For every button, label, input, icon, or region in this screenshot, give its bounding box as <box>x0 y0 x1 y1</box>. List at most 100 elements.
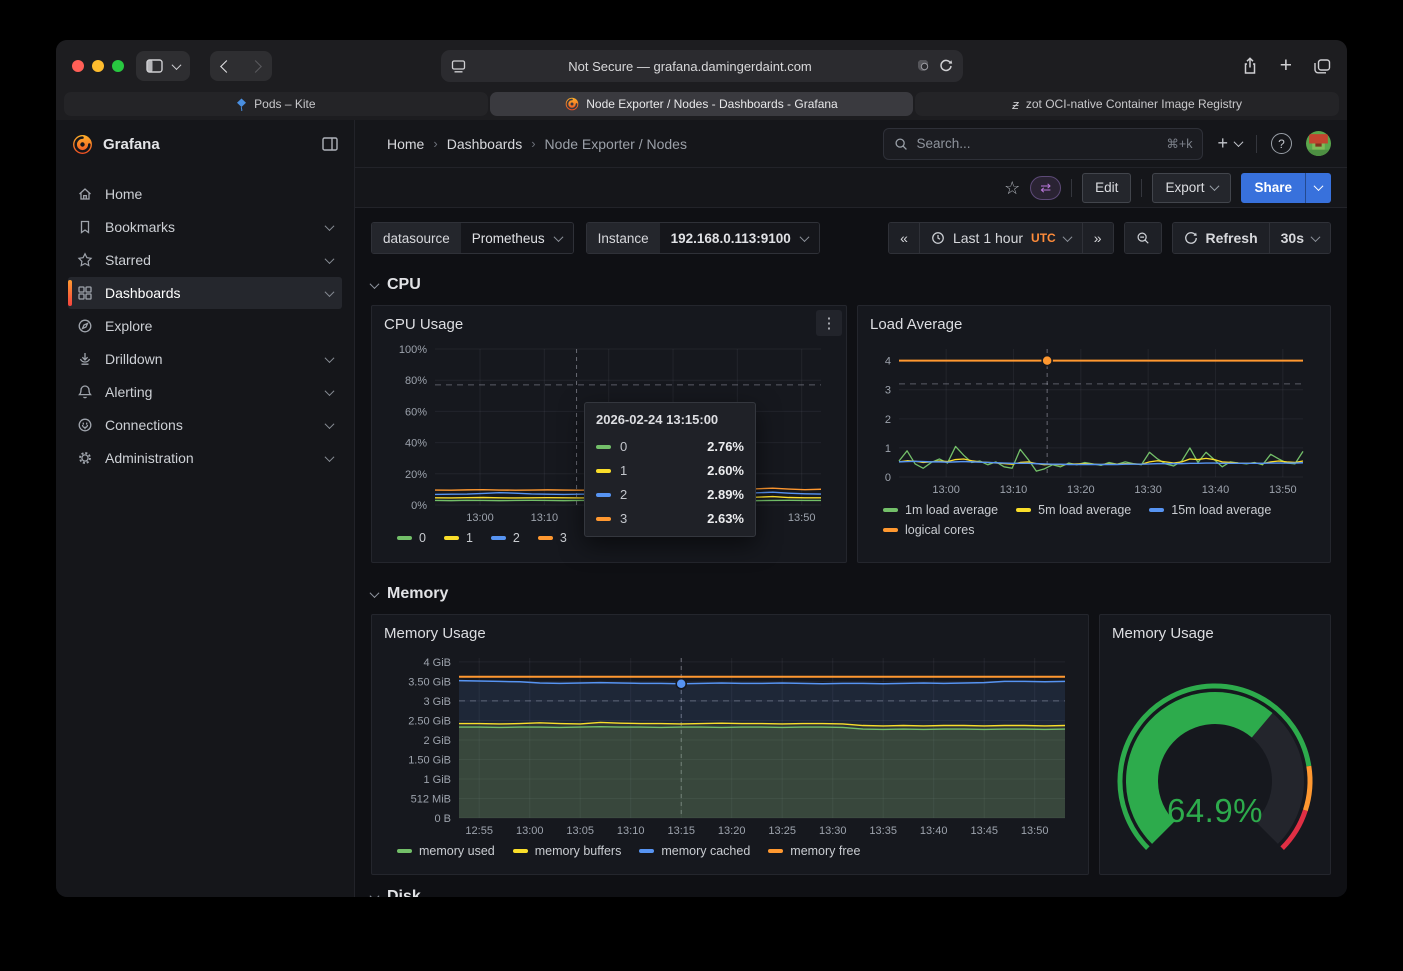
chevron-down-icon[interactable] <box>172 60 182 70</box>
panel-title[interactable]: Memory Usage <box>1111 621 1319 648</box>
share-button[interactable]: Share <box>1241 173 1305 203</box>
instance-label: Instance <box>587 223 660 253</box>
sidebar-item-drilldown[interactable]: Drilldown <box>68 343 342 375</box>
chevron-down-icon <box>1311 232 1321 242</box>
minimize-window-button[interactable] <box>92 60 104 72</box>
sidebar-item-starred[interactable]: Starred <box>68 244 342 276</box>
sidebar-toggle-group[interactable] <box>136 51 190 81</box>
sidebar-item-home[interactable]: Home <box>68 178 342 210</box>
brand-title: Grafana <box>103 136 160 153</box>
zoom-out-button[interactable] <box>1125 223 1161 253</box>
panel-title[interactable]: Memory Usage <box>383 621 1077 648</box>
browser-sidebar-icon[interactable] <box>146 59 163 73</box>
svg-text:1.50 GiB: 1.50 GiB <box>408 754 451 766</box>
svg-text:13:00: 13:00 <box>932 484 960 496</box>
legend-item[interactable]: memory used <box>397 844 495 858</box>
tab-grafana[interactable]: Node Exporter / Nodes - Dashboards - Gra… <box>490 92 914 116</box>
section-header-cpu[interactable]: CPU <box>371 276 1331 294</box>
help-button[interactable]: ? <box>1271 133 1292 154</box>
memory-gauge[interactable]: 64.9% <box>1111 658 1319 856</box>
new-tab-icon[interactable]: + <box>1280 54 1292 78</box>
public-dashboard-badge[interactable]: ⇄ <box>1030 176 1061 200</box>
share-menu-toggle[interactable] <box>1305 173 1331 203</box>
tooltip-row: 32.63% <box>596 511 744 526</box>
grafana-favicon <box>565 97 579 111</box>
datasource-value[interactable]: Prometheus <box>461 223 573 253</box>
tab-overview-icon[interactable] <box>1314 59 1331 74</box>
svg-text:13:35: 13:35 <box>869 825 897 837</box>
legend-item[interactable]: 1 <box>444 531 473 545</box>
sidebar-item-bookmarks[interactable]: Bookmarks <box>68 211 342 243</box>
address-bar[interactable]: Not Secure — grafana.damingerdaint.com <box>441 50 963 82</box>
svg-text:4: 4 <box>885 356 891 368</box>
legend-item[interactable]: 0 <box>397 531 426 545</box>
add-new-button[interactable]: + <box>1217 133 1242 154</box>
time-range-picker[interactable]: Last 1 hour UTC <box>919 223 1082 253</box>
time-shift-back-button[interactable]: « <box>889 223 919 253</box>
breadcrumb-dashboards[interactable]: Dashboards <box>447 136 523 152</box>
dock-menu-icon[interactable] <box>322 137 338 151</box>
legend-item[interactable]: 15m load average <box>1149 503 1271 517</box>
svg-text:100%: 100% <box>399 344 427 356</box>
panel-title[interactable]: CPU Usage <box>383 312 835 339</box>
bookmark-icon <box>77 219 93 235</box>
legend-item[interactable]: memory free <box>768 844 860 858</box>
zot-icon: ƶ <box>1012 97 1019 112</box>
plug-icon <box>77 417 93 433</box>
legend-item[interactable]: 1m load average <box>883 503 998 517</box>
legend-item[interactable]: memory cached <box>639 844 750 858</box>
section-header-disk[interactable]: Disk <box>371 888 1331 897</box>
search-input[interactable]: Search... ⌘+k <box>883 128 1203 160</box>
forward-button[interactable] <box>249 60 262 73</box>
panel-menu-kebab-icon[interactable]: ⋮ <box>816 310 842 336</box>
user-avatar[interactable] <box>1306 131 1331 156</box>
sidebar-nav: Home Bookmarks Starred Dashboards <box>56 168 354 484</box>
refresh-button[interactable]: Refresh <box>1173 223 1269 253</box>
legend-item[interactable]: 2 <box>491 531 520 545</box>
sidebar-item-explore[interactable]: Explore <box>68 310 342 342</box>
chevron-down-icon <box>370 279 380 289</box>
kite-icon <box>236 98 247 111</box>
close-window-button[interactable] <box>72 60 84 72</box>
reload-icon[interactable] <box>939 59 953 73</box>
chevron-down-icon <box>799 232 809 242</box>
section-header-memory[interactable]: Memory <box>371 585 1331 603</box>
dashboard-content: datasource Prometheus Instance 192.168.0… <box>355 208 1347 897</box>
grafana-logo[interactable] <box>72 134 93 155</box>
instance-value[interactable]: 192.168.0.113:9100 <box>660 223 819 253</box>
load-average-chart[interactable]: 13:0013:1013:2013:3013:4013:5001234 <box>869 339 1319 499</box>
share-page-icon[interactable] <box>1242 57 1258 75</box>
sidebar-item-dashboards[interactable]: Dashboards <box>68 277 342 309</box>
favorite-star-icon[interactable]: ☆ <box>1004 179 1020 197</box>
privacy-report-icon[interactable] <box>915 59 931 73</box>
sidebar-item-administration[interactable]: Administration <box>68 442 342 474</box>
sidebar-item-alerting[interactable]: Alerting <box>68 376 342 408</box>
refresh-interval-picker[interactable]: 30s <box>1269 223 1330 253</box>
time-shift-forward-button[interactable]: » <box>1082 223 1113 253</box>
sidebar-item-connections[interactable]: Connections <box>68 409 342 441</box>
memory-usage-chart[interactable]: 12:5513:0013:0513:1013:1513:2013:2513:30… <box>383 648 1077 840</box>
export-button[interactable]: Export <box>1152 173 1231 203</box>
legend-item[interactable]: logical cores <box>883 523 974 537</box>
tab-pods-kite[interactable]: Pods – Kite <box>64 92 488 116</box>
legend-item[interactable]: memory buffers <box>513 844 622 858</box>
maximize-window-button[interactable] <box>112 60 124 72</box>
legend-item[interactable]: 5m load average <box>1016 503 1131 517</box>
breadcrumb-separator: › <box>531 136 535 151</box>
reader-view-icon[interactable] <box>451 60 466 73</box>
edit-button[interactable]: Edit <box>1082 173 1131 203</box>
breadcrumb-home[interactable]: Home <box>387 136 424 152</box>
svg-text:13:10: 13:10 <box>1000 484 1028 496</box>
svg-text:3.50 GiB: 3.50 GiB <box>408 676 451 688</box>
svg-text:13:15: 13:15 <box>667 825 695 837</box>
chart-tooltip: 2026-02-24 13:15:00 02.76%12.60%22.89%32… <box>584 402 756 537</box>
tab-zot-registry[interactable]: ƶ zot OCI-native Container Image Registr… <box>915 92 1339 116</box>
svg-text:12:55: 12:55 <box>465 825 493 837</box>
svg-text:2: 2 <box>885 414 891 426</box>
svg-text:20%: 20% <box>405 469 427 481</box>
search-shortcut: ⌘+k <box>1166 136 1192 151</box>
chevron-down-icon <box>553 232 563 242</box>
panel-title[interactable]: Load Average <box>869 312 1319 339</box>
back-button[interactable] <box>220 60 233 73</box>
legend-item[interactable]: 3 <box>538 531 567 545</box>
